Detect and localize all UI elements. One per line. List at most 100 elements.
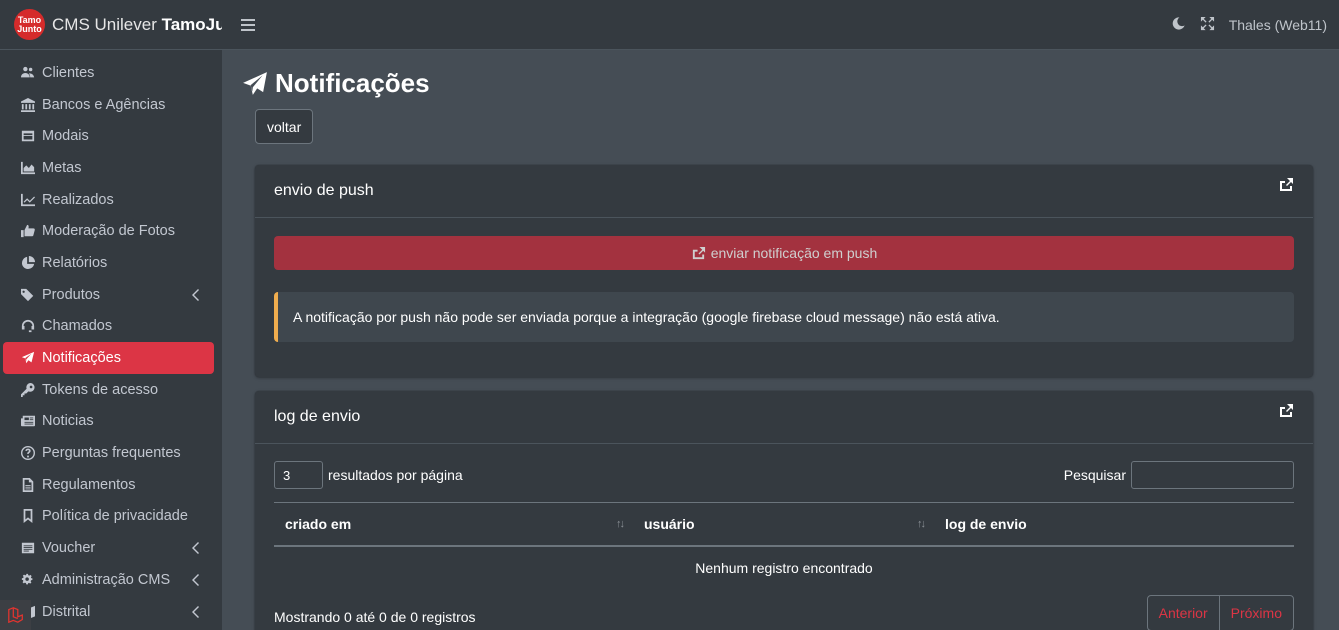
warning-alert: A notificação por push não pode ser envi… [274, 292, 1294, 342]
sidebar-item-label: Distrital [42, 603, 91, 620]
sidebar-item-label: Administração CMS [42, 571, 171, 588]
dark-mode-moon-icon[interactable] [1171, 16, 1186, 34]
table-info: Mostrando 0 até 0 de 0 registros [274, 609, 476, 625]
brand-logo: Tamo Junto [14, 9, 45, 40]
page-title-text: Notificações [275, 68, 430, 98]
sort-icon: ↑↓ [616, 517, 625, 530]
sidebar-item-label: Moderação de Fotos [42, 223, 175, 240]
page-title: Notificações [242, 68, 430, 99]
brand-name: CMS Unilever TamoJunto [52, 15, 222, 35]
sort-icon: ↑↓ [917, 517, 926, 530]
sidebar-item-moderacao-de-fotos[interactable]: Moderação de Fotos [3, 215, 214, 247]
users-icon [21, 66, 39, 80]
sidebar-item-voucher[interactable]: Voucher [3, 532, 214, 564]
chart-line-icon [21, 193, 39, 207]
tags-icon [21, 288, 39, 302]
empty-message: Nenhum registro encontrado [695, 560, 873, 576]
sidebar-item-noticias[interactable]: Noticias [3, 406, 214, 438]
column-label: usuário [644, 515, 695, 532]
push-card-title: envio de push [274, 182, 374, 199]
sidebar-item-clientes[interactable]: Clientes [3, 57, 214, 89]
page-length-label: resultados por página [328, 467, 463, 483]
sidebar-item-label: Chamados [42, 318, 113, 335]
sidebar-item-label: Noticias [42, 413, 94, 430]
share-icon[interactable] [1278, 403, 1294, 424]
column-header-user[interactable]: usuário ↑↓ [633, 502, 934, 547]
user-name[interactable]: Thales (Web11) [1229, 17, 1327, 33]
send-push-button[interactable]: enviar notificação em push [274, 236, 1294, 270]
brand-name-prefix: CMS Unilever [52, 14, 162, 34]
table-row: Nenhum registro encontrado [274, 546, 1294, 590]
sidebar-item-label: Bancos e Agências [42, 96, 166, 113]
page-length-input[interactable] [274, 461, 323, 489]
column-label: log de envio [945, 515, 1027, 532]
chevron-left-icon [192, 542, 200, 555]
sidebar-item-politica-de-privacidade[interactable]: Política de privacidade [3, 501, 214, 533]
sidebar-item-modais[interactable]: Modais [3, 120, 214, 152]
file-icon [21, 477, 39, 492]
sidebar-item-label: Notificações [42, 350, 121, 367]
sidebar-item-distrital[interactable]: Distrital [3, 596, 214, 628]
bank-icon [21, 97, 39, 112]
sidebar: Tamo Junto CMS Unilever TamoJunto Client… [0, 0, 222, 630]
voucher-icon [21, 541, 39, 555]
sidebar-item-label: Produtos [42, 286, 101, 303]
chevron-left-icon [192, 573, 200, 586]
sidebar-item-label: Perguntas frequentes [42, 445, 181, 462]
next-page-button[interactable]: Próximo [1218, 595, 1293, 630]
bookmark-icon [21, 509, 39, 524]
previous-page-button[interactable]: Anterior [1148, 596, 1219, 630]
column-header-log[interactable]: log de envio [934, 502, 1294, 547]
sidebar-item-metas[interactable]: Metas [3, 152, 214, 184]
sidebar-item-notificacoes[interactable]: Notificações [3, 342, 214, 374]
sidebar-item-tokens-de-acesso[interactable]: Tokens de acesso [3, 374, 214, 406]
back-button[interactable]: voltar [255, 109, 314, 144]
sidebar-item-perguntas-frequentes[interactable]: Perguntas frequentes [3, 437, 214, 469]
sidebar-item-chamados[interactable]: Chamados [3, 311, 214, 343]
paper-plane-icon [21, 351, 39, 365]
brand-link[interactable]: Tamo Junto CMS Unilever TamoJunto [0, 0, 222, 50]
share-icon[interactable] [1278, 177, 1294, 198]
chart-area-icon [21, 161, 39, 175]
chevron-left-icon [192, 288, 200, 301]
paper-plane-icon [243, 71, 267, 95]
modal-icon [21, 129, 39, 143]
main-content: Notificações voltar envio de push enviar… [222, 50, 1339, 630]
sidebar-nav: Clientes Bancos e Agências Modais Metas Real… [0, 50, 222, 627]
push-card: envio de push enviar notificação em push… [255, 165, 1313, 377]
topbar: Thales (Web11) [222, 0, 1339, 50]
sidebar-item-regulamentos[interactable]: Regulamentos [3, 469, 214, 501]
push-card-header: envio de push [255, 165, 1313, 218]
thumbs-up-icon [21, 224, 39, 238]
menu-toggle-icon[interactable] [241, 18, 255, 32]
sidebar-item-relatorios[interactable]: Relatórios [3, 247, 214, 279]
log-card: log de envio resultados por página Pesqu… [255, 391, 1313, 630]
sidebar-item-administracao-cms[interactable]: Administração CMS [3, 564, 214, 596]
sidebar-item-label: Modais [42, 128, 89, 145]
pagination: Anterior Próximo [1146, 594, 1294, 630]
pie-chart-icon [21, 255, 39, 270]
sidebar-item-label: Realizados [42, 191, 114, 208]
search-label: Pesquisar [1063, 467, 1126, 483]
cogs-icon [21, 573, 39, 587]
newspaper-icon [21, 414, 39, 428]
search-input[interactable] [1131, 461, 1294, 489]
sidebar-item-realizados[interactable]: Realizados [3, 184, 214, 216]
sidebar-item-label: Regulamentos [42, 476, 136, 493]
brand-name-bold: TamoJunto [161, 14, 222, 34]
chevron-left-icon [192, 605, 200, 618]
send-push-label: enviar notificação em push [710, 245, 878, 261]
sidebar-item-produtos[interactable]: Produtos [3, 279, 214, 311]
laravel-debugbar-icon[interactable] [0, 600, 31, 630]
log-card-header: log de envio [255, 391, 1313, 444]
key-icon [21, 382, 39, 397]
sidebar-item-label: Voucher [42, 540, 96, 557]
logo-text-line2: Junto [17, 23, 42, 34]
sidebar-item-label: Política de privacidade [42, 508, 188, 525]
sidebar-item-label: Metas [42, 159, 82, 176]
column-header-created[interactable]: criado em ↑↓ [274, 502, 633, 547]
headset-icon [21, 319, 39, 333]
log-table: criado em ↑↓ usuário ↑↓ log de envio Nenhu… [274, 502, 1294, 590]
sidebar-item-bancos-e-agencias[interactable]: Bancos e Agências [3, 89, 214, 121]
fullscreen-expand-icon[interactable] [1200, 16, 1215, 34]
